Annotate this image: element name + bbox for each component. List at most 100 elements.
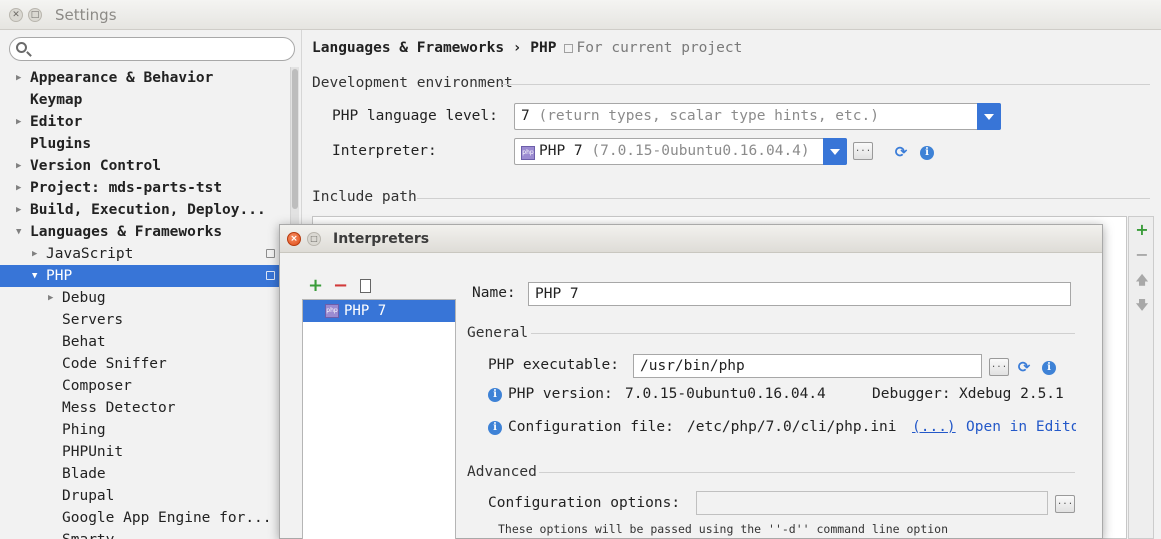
chevron-down-icon[interactable] [823, 138, 847, 165]
sidebar-item-editor[interactable]: ▶ Editor [0, 111, 290, 133]
search-icon [16, 42, 27, 53]
sidebar-item-label: Project: mds-parts-tst [30, 180, 223, 196]
window-close-button[interactable]: ✕ [9, 8, 23, 22]
project-scope-icon [564, 44, 574, 53]
info-icon: i [488, 388, 502, 402]
sidebar-item-debug[interactable]: ▶ Debug [0, 287, 290, 309]
sidebar-item-smarty[interactable]: Smarty [0, 529, 290, 539]
sidebar-item-label: Code Sniffer [62, 356, 167, 372]
sidebar-item-label: Editor [30, 114, 83, 130]
chevron-right-icon[interactable]: ▶ [32, 243, 37, 265]
sidebar-item-label: Keymap [30, 92, 83, 108]
dev-env-divider [502, 84, 1150, 85]
refresh-icon[interactable]: ⟳ [1016, 359, 1032, 375]
remove-icon[interactable]: − [1134, 247, 1150, 263]
chevron-right-icon[interactable]: ▶ [16, 177, 21, 199]
sidebar-item-blade[interactable]: Blade [0, 463, 290, 485]
breadcrumb-scope-hint: For current project [576, 40, 743, 56]
chevron-down-icon[interactable]: ▼ [32, 265, 37, 287]
sidebar-item-build-execution-deploy[interactable]: ▶ Build, Execution, Deploy... [0, 199, 290, 221]
add-icon[interactable]: + [1134, 222, 1150, 238]
name-field[interactable]: PHP 7 [528, 282, 1071, 306]
chevron-right-icon[interactable]: ▶ [48, 287, 53, 309]
sidebar-item-javascript[interactable]: ▶ JavaScript [0, 243, 290, 265]
refresh-icon[interactable]: ⟳ [893, 144, 909, 160]
sidebar-item-version-control[interactable]: ▶ Version Control [0, 155, 290, 177]
interpreter-version: (7.0.15-0ubuntu0.16.04.4) [591, 143, 810, 159]
lang-level-select[interactable]: 7 (return types, scalar type hints, etc.… [514, 103, 1001, 130]
chevron-right-icon[interactable]: ▶ [16, 111, 21, 133]
sidebar-item-label: PHPUnit [62, 444, 124, 460]
php-version-value: 7.0.15-0ubuntu0.16.04.4 [625, 386, 826, 402]
sidebar-item-servers[interactable]: Servers [0, 309, 290, 331]
project-scope-icon [266, 271, 275, 280]
window-title: Settings [55, 6, 117, 24]
advanced-section-title: Advanced [467, 464, 537, 480]
config-file-link[interactable]: (...) [912, 419, 956, 435]
sidebar-item-project-mds-parts-tst[interactable]: ▶ Project: mds-parts-tst [0, 177, 290, 199]
config-file-label: Configuration file: [508, 419, 674, 435]
chevron-right-icon[interactable]: ▶ [16, 199, 21, 221]
chevron-right-icon[interactable]: ▶ [16, 67, 21, 89]
sidebar-item-label: Blade [62, 466, 106, 482]
sidebar-item-label: Phing [62, 422, 106, 438]
sidebar-item-composer[interactable]: Composer [0, 375, 290, 397]
sidebar-item-google-app-engine-for[interactable]: Google App Engine for... [0, 507, 290, 529]
interpreter-browse-button[interactable]: ... [853, 142, 873, 160]
sidebar-item-phpunit[interactable]: PHPUnit [0, 441, 290, 463]
sidebar-item-code-sniffer[interactable]: Code Sniffer [0, 353, 290, 375]
interpreter-select[interactable]: php PHP 7 (7.0.15-0ubuntu0.16.04.4) [514, 138, 847, 165]
sidebar-item-label: Languages & Frameworks [30, 224, 223, 240]
window-maximize-button[interactable]: □ [28, 8, 42, 22]
sidebar-item-label: Servers [62, 312, 124, 328]
dialog-title: Interpreters [333, 231, 430, 247]
remove-interpreter-button[interactable]: − [333, 277, 348, 295]
settings-search-input[interactable] [9, 37, 295, 61]
interpreter-list-item[interactable]: php PHP 7 [303, 300, 455, 322]
sidebar-item-keymap[interactable]: Keymap [0, 89, 290, 111]
dialog-close-button[interactable]: × [287, 232, 301, 246]
sidebar-item-behat[interactable]: Behat [0, 331, 290, 353]
php-icon: php [521, 146, 535, 160]
breadcrumb: Languages & Frameworks › PHP For current … [312, 40, 742, 56]
php-executable-browse-button[interactable]: ... [989, 358, 1009, 376]
config-options-browse-button[interactable]: ... [1055, 495, 1075, 513]
open-in-editor-link[interactable]: Open in Edito [966, 419, 1076, 435]
interpreter-list-item-label: PHP 7 [344, 303, 387, 319]
debugger-value: Xdebug 2.5.1 [959, 386, 1064, 402]
move-down-icon[interactable]: 🡇 [1134, 297, 1150, 313]
sidebar-item-languages-frameworks[interactable]: ▼ Languages & Frameworks [0, 221, 290, 243]
lang-level-value: 7 [521, 108, 530, 124]
config-file-value: /etc/php/7.0/cli/php.ini [687, 419, 897, 435]
php-executable-field[interactable]: /usr/bin/php [633, 354, 982, 378]
chevron-right-icon[interactable]: ▶ [16, 155, 21, 177]
dialog-titlebar: × □ Interpreters [280, 225, 1102, 253]
info-icon[interactable]: i [920, 146, 934, 160]
sidebar-item-label: Debug [62, 290, 106, 306]
move-up-icon[interactable]: 🡅 [1134, 272, 1150, 288]
sidebar-item-label: PHP [46, 268, 73, 284]
advanced-divider [539, 472, 1075, 473]
add-interpreter-button[interactable]: + [308, 277, 323, 295]
sidebar-item-appearance-behavior[interactable]: ▶ Appearance & Behavior [0, 67, 290, 89]
chevron-down-icon[interactable]: ▼ [16, 221, 21, 243]
chevron-down-icon[interactable] [977, 103, 1001, 130]
php-icon: php [325, 304, 339, 318]
php-executable-label: PHP executable: [488, 357, 619, 373]
sidebar-item-drupal[interactable]: Drupal [0, 485, 290, 507]
interpreter-list[interactable]: php PHP 7 [302, 299, 456, 539]
breadcrumb-languages-frameworks: Languages & Frameworks [312, 40, 505, 56]
sidebar-item-mess-detector[interactable]: Mess Detector [0, 397, 290, 419]
config-options-label: Configuration options: [488, 495, 681, 511]
config-options-field[interactable] [696, 491, 1048, 515]
sidebar-item-phing[interactable]: Phing [0, 419, 290, 441]
sidebar-item-label: JavaScript [46, 246, 134, 262]
scrollbar-thumb[interactable] [292, 69, 298, 209]
window-titlebar: ✕ □ Settings [0, 0, 1161, 30]
sidebar-item-plugins[interactable]: Plugins [0, 133, 290, 155]
dialog-maximize-button[interactable]: □ [307, 232, 321, 246]
copy-icon[interactable] [357, 276, 371, 293]
sidebar-item-label: Appearance & Behavior [30, 70, 214, 86]
info-icon[interactable]: i [1042, 361, 1056, 375]
sidebar-item-php[interactable]: ▼ PHP [0, 265, 290, 287]
